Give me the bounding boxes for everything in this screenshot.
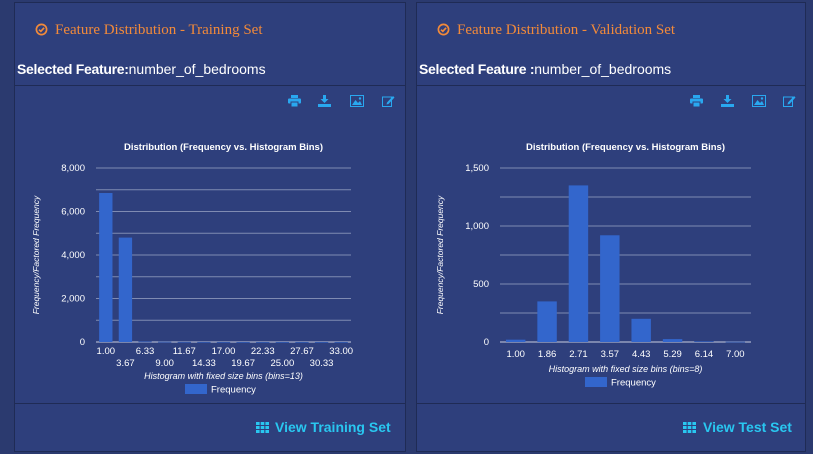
bar xyxy=(725,341,746,343)
panel-title: Feature Distribution - Training Set xyxy=(55,22,263,38)
selected-feature-value: number_of_bedrooms xyxy=(534,61,672,77)
x-tick-label: 25.00 xyxy=(270,358,294,369)
histogram-chart-training: Distribution (Frequency vs. Histogram Bi… xyxy=(31,142,353,396)
x-tick-label: 17.00 xyxy=(212,346,236,357)
bar xyxy=(505,339,526,342)
x-tick-label: 2.71 xyxy=(569,349,588,360)
bar xyxy=(157,341,172,343)
y-tick-label: 0 xyxy=(484,337,489,348)
image-icon[interactable] xyxy=(752,95,766,107)
edit-icon[interactable] xyxy=(783,95,796,107)
print-icon[interactable] xyxy=(690,95,703,107)
panel-footer: View Test Set xyxy=(417,403,805,454)
bar xyxy=(216,341,231,343)
bar xyxy=(256,341,270,343)
selected-feature: Selected Feature:number_of_bedrooms xyxy=(15,55,405,86)
y-axis-label: Frequency/Factored Frequency xyxy=(31,195,41,314)
bar xyxy=(631,318,651,342)
legend-label: Frequency xyxy=(211,385,256,396)
bar xyxy=(334,341,348,343)
x-tick-label: 33.00 xyxy=(329,346,353,357)
y-tick-label: 6,000 xyxy=(61,207,85,218)
x-tick-label: 1.86 xyxy=(538,349,557,360)
x-tick-label: 6.33 xyxy=(136,346,155,357)
x-tick-label: 22.33 xyxy=(251,346,275,357)
x-tick-label: 1.00 xyxy=(97,346,116,357)
panel-title: Feature Distribution - Validation Set xyxy=(457,22,676,38)
y-tick-label: 500 xyxy=(473,279,489,290)
legend-label: Frequency xyxy=(611,378,656,389)
x-axis-label: Histogram with fixed size bins (bins=13) xyxy=(144,371,303,381)
bar xyxy=(236,341,250,343)
y-tick-label: 2,000 xyxy=(61,294,85,305)
y-tick-label: 8,000 xyxy=(61,163,85,174)
panel-header: Feature Distribution - Training Set xyxy=(15,3,405,55)
x-tick-label: 19.67 xyxy=(231,358,255,369)
image-icon[interactable] xyxy=(350,95,364,107)
x-tick-label: 27.67 xyxy=(290,346,314,357)
x-tick-label: 1.00 xyxy=(506,349,525,360)
edit-icon[interactable] xyxy=(382,95,395,107)
bar xyxy=(295,341,309,343)
panel-validation: Feature Distribution - Validation Set Se… xyxy=(416,2,806,452)
x-tick-label: 9.00 xyxy=(155,358,174,369)
x-tick-label: 3.67 xyxy=(116,358,135,369)
bar xyxy=(197,341,211,343)
x-tick-label: 6.14 xyxy=(695,349,714,360)
selected-feature-label: Selected Feature : xyxy=(419,61,535,77)
y-tick-label: 1,000 xyxy=(465,221,489,232)
panel-training: Feature Distribution - Training Set Sele… xyxy=(14,2,406,452)
bar xyxy=(568,185,589,342)
bar xyxy=(537,301,557,342)
x-tick-label: 30.33 xyxy=(310,358,334,369)
x-tick-label: 7.00 xyxy=(726,349,745,360)
check-circle-icon xyxy=(437,23,450,36)
check-circle-icon xyxy=(35,23,48,36)
bar xyxy=(314,341,329,343)
panel-footer: View Training Set xyxy=(15,403,405,454)
bar xyxy=(138,341,152,343)
table-icon xyxy=(683,422,696,433)
x-tick-label: 11.67 xyxy=(173,346,196,357)
bar xyxy=(694,341,714,343)
view-test-set-button[interactable]: View Test Set xyxy=(703,419,792,435)
y-tick-label: 1,500 xyxy=(465,163,489,174)
bar xyxy=(275,341,290,343)
x-axis-label: Histogram with fixed size bins (bins=8) xyxy=(549,364,703,374)
download-icon[interactable] xyxy=(318,95,331,107)
x-tick-label: 14.33 xyxy=(192,358,216,369)
chart-title: Distribution (Frequency vs. Histogram Bi… xyxy=(124,142,323,153)
legend-swatch xyxy=(585,377,607,387)
x-tick-label: 3.57 xyxy=(601,349,620,360)
panel-header: Feature Distribution - Validation Set xyxy=(417,3,805,55)
histogram-chart-validation: Distribution (Frequency vs. Histogram Bi… xyxy=(435,142,751,389)
download-icon[interactable] xyxy=(721,95,734,107)
x-tick-label: 5.29 xyxy=(663,349,682,360)
selected-feature: Selected Feature :number_of_bedrooms xyxy=(417,55,805,86)
table-icon xyxy=(256,422,269,433)
bar xyxy=(177,341,191,343)
x-tick-label: 4.43 xyxy=(632,349,651,360)
y-axis-label: Frequency/Factored Frequency xyxy=(435,195,445,314)
selected-feature-label: Selected Feature: xyxy=(17,61,129,77)
selected-feature-value: number_of_bedrooms xyxy=(128,61,266,77)
bar xyxy=(99,193,113,342)
print-icon[interactable] xyxy=(288,95,301,107)
bar xyxy=(662,339,683,342)
bar xyxy=(600,235,620,342)
legend-swatch xyxy=(185,384,207,394)
chart-title: Distribution (Frequency vs. Histogram Bi… xyxy=(526,142,725,153)
view-training-set-button[interactable]: View Training Set xyxy=(275,419,391,435)
bar xyxy=(118,237,133,342)
y-tick-label: 4,000 xyxy=(61,250,85,261)
y-tick-label: 0 xyxy=(80,337,85,348)
